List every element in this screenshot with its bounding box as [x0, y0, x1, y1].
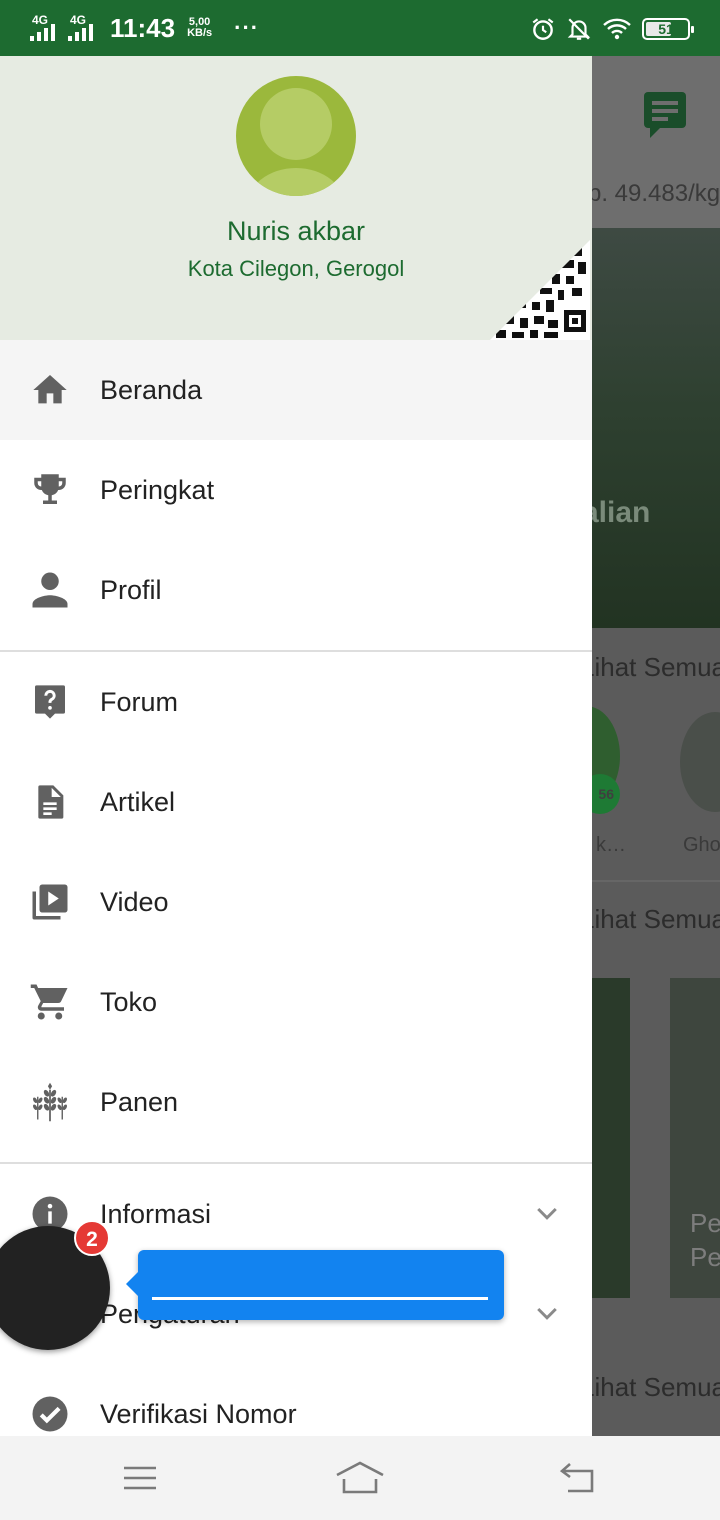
user-name-label: Gho — [683, 834, 720, 856]
menu-item-label: Beranda — [100, 374, 203, 405]
battery-icon: 51 — [642, 18, 694, 40]
document-icon — [28, 780, 72, 824]
banner-text: alian — [592, 496, 651, 529]
menu-icon — [124, 1466, 156, 1490]
menu-item-label: Video — [100, 886, 169, 917]
back-button[interactable] — [548, 1454, 608, 1502]
banner-image — [592, 228, 720, 628]
help-bubble-icon — [28, 680, 72, 724]
menu-item-artikel[interactable]: Artikel — [0, 752, 592, 852]
chevron-down-icon[interactable] — [532, 1299, 562, 1329]
menu-item-label: Verifikasi Nomor — [100, 1398, 297, 1429]
card-text: Pe — [690, 1208, 720, 1238]
menu-item-panen[interactable]: Panen — [0, 1052, 592, 1152]
menu-item-toko[interactable]: Toko — [0, 952, 592, 1052]
chat-icon — [644, 92, 686, 138]
notification-badge: 2 — [74, 1220, 110, 1256]
see-all-link: Lihat Semua — [592, 1372, 720, 1402]
price-text: p. 49.483/kg — [592, 180, 720, 207]
alarm-icon — [532, 18, 554, 40]
bubble-tooltip[interactable] — [126, 1250, 504, 1320]
card-text: Pe — [690, 1242, 720, 1272]
menu-item-label: Toko — [100, 986, 158, 1017]
user-avatar — [680, 712, 720, 812]
menu-item-peringkat[interactable]: Peringkat — [0, 440, 592, 540]
system-navigation-bar — [0, 1436, 720, 1520]
user-name-label: k… — [596, 834, 626, 856]
network-speed: 5,00 KB/s — [187, 16, 213, 39]
article-card — [592, 978, 630, 1298]
clock: 11:43 — [110, 12, 176, 43]
back-icon — [559, 1463, 594, 1493]
see-all-link: Lihat Semua — [592, 904, 720, 934]
menu-item-forum[interactable]: Forum — [0, 652, 592, 752]
article-card: Pe Pe — [670, 978, 720, 1298]
video-library-icon — [28, 880, 72, 924]
notifications-off-icon — [567, 18, 591, 40]
tooltip-underline — [152, 1297, 488, 1300]
qr-code-icon[interactable] — [490, 240, 590, 340]
menu-item-label: Artikel — [100, 786, 176, 817]
menu-item-profil[interactable]: Profil — [0, 540, 592, 640]
cart-icon — [28, 980, 72, 1024]
signal-icon: 4G — [68, 13, 98, 43]
background-app-scrim[interactable]: p. 49.483/kg alian Lihat Semua 56 k… Gho… — [592, 56, 720, 1436]
menu-item-label: Informasi — [100, 1198, 212, 1229]
menu-button[interactable] — [110, 1454, 170, 1502]
home-icon — [28, 368, 72, 412]
menu-item-label: Profil — [100, 574, 162, 605]
drawer-header: Nuris akbar Kota Cilegon, Gerogol — [0, 56, 592, 340]
menu-item-beranda[interactable]: Beranda — [0, 340, 592, 440]
menu-item-label: Peringkat — [100, 474, 215, 505]
wheat-icon — [28, 1080, 72, 1124]
wifi-icon — [603, 18, 631, 40]
divider — [592, 880, 720, 882]
status-bar: 4G 4G 11:43 5,00 KB/s ··· 51 — [0, 0, 720, 56]
chevron-down-icon[interactable] — [532, 1199, 562, 1229]
home-button[interactable] — [330, 1454, 390, 1502]
menu-item-verifikasi-nomor[interactable]: Verifikasi Nomor — [0, 1364, 592, 1436]
battery-level: 51 — [658, 21, 674, 37]
background-app-toolbar: p. 49.483/kg — [592, 56, 720, 228]
menu-item-label: Panen — [100, 1086, 179, 1117]
person-icon — [28, 568, 72, 612]
trophy-icon — [28, 468, 72, 512]
more-notifications-icon: ··· — [234, 15, 260, 40]
see-all-link: Lihat Semua — [592, 652, 720, 682]
signal-icon: 4G — [30, 13, 60, 43]
menu-item-video[interactable]: Video — [0, 852, 592, 952]
menu-item-label: Forum — [100, 686, 179, 717]
check-circle-icon — [28, 1392, 72, 1436]
avatar[interactable] — [236, 76, 356, 196]
home-icon — [336, 1461, 384, 1494]
